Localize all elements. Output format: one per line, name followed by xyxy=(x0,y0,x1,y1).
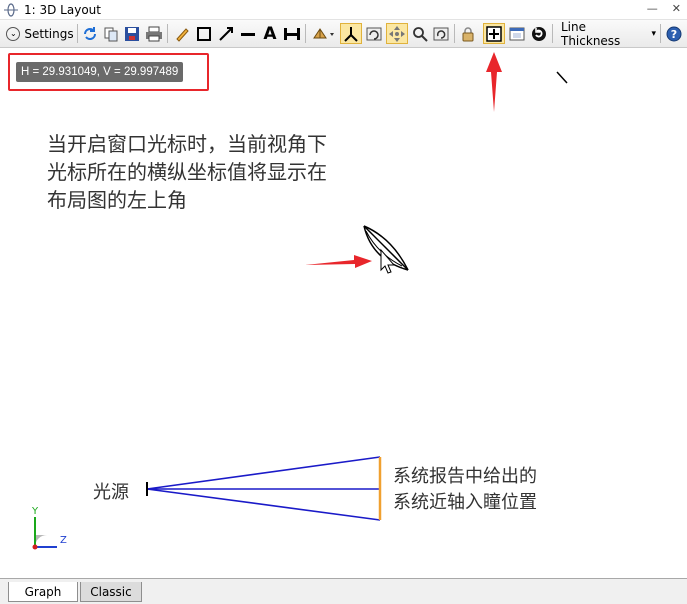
annotation-arrow-right xyxy=(305,255,372,268)
tab-graph[interactable]: Graph xyxy=(8,582,78,602)
stray-mark xyxy=(556,71,568,84)
axes-indicator: Y Z xyxy=(31,506,67,550)
ray-fan xyxy=(146,456,381,521)
drawing-overlay: Y Z xyxy=(31,52,568,550)
tab-classic[interactable]: Classic xyxy=(80,582,142,602)
axis-y-label: Y xyxy=(31,506,39,517)
axis-z-label: Z xyxy=(60,535,67,546)
annotation-arrow-up xyxy=(486,52,502,112)
tab-bar: Graph Classic xyxy=(0,578,687,604)
